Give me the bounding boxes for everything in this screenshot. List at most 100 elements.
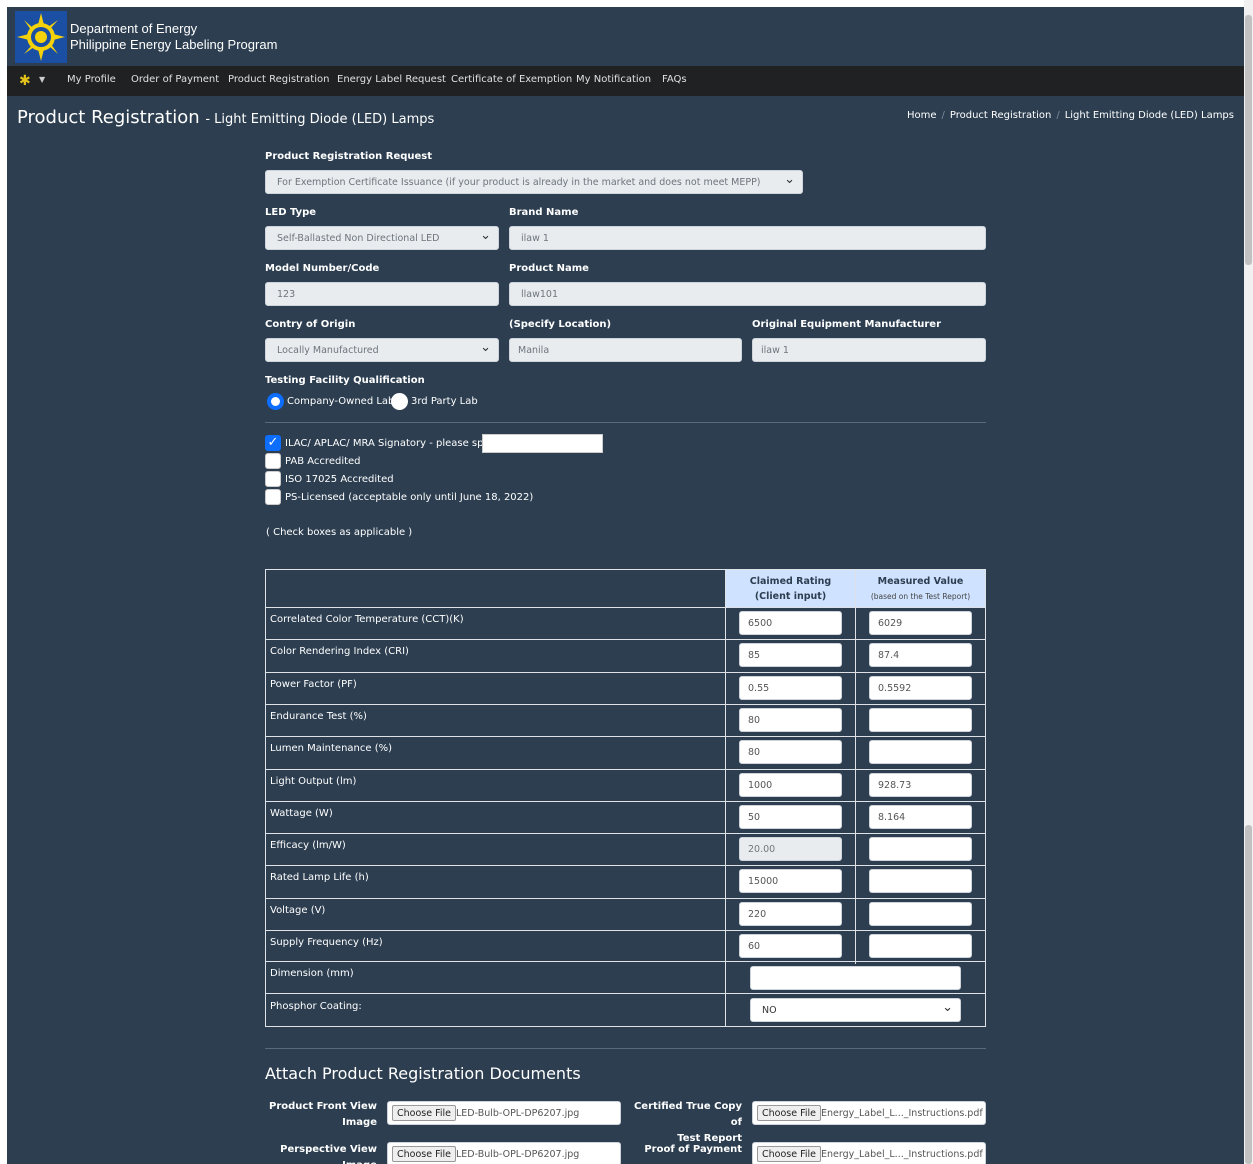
row-divider [266,769,985,770]
caret-down-icon[interactable]: ▼ [39,75,45,84]
nav-faqs[interactable]: FAQs [662,74,687,85]
breadcrumb-current: Light Emitting Diode (LED) Lamps [1064,110,1234,121]
rating-row-label: Light Output (lm) [270,776,357,787]
measured-value-input[interactable]: 928.73 [869,773,972,797]
rating-row-label: Color Rendering Index (CRI) [270,646,409,657]
breadcrumb-product-registration[interactable]: Product Registration [950,110,1051,121]
payment-file-name: Energy_Label_L..._Instructions.pdf [821,1149,983,1160]
front-view-label-line1: Product Front View [269,1101,377,1112]
ratings-table [265,569,986,1027]
nav-certificate-of-exemption[interactable]: Certificate of Exemption [451,74,572,85]
nav-product-registration[interactable]: Product Registration [228,74,329,85]
nav-energy-label-request[interactable]: Energy Label Request [337,74,446,85]
nav-order-of-payment[interactable]: Order of Payment [131,74,219,85]
measured-value-sub: (based on the Test Report) [870,592,971,601]
proof-of-payment-label: Proof of Payment [644,1144,742,1155]
testing-facility-label: Testing Facility Qualification [265,375,425,386]
oem-label: Original Equipment Manufacturer [752,319,942,330]
measured-value-input[interactable] [869,708,972,732]
proof-of-payment-file-input[interactable]: Choose File Energy_Label_L..._Instructio… [752,1142,986,1164]
radio-company-owned[interactable] [267,393,284,410]
row-divider [266,672,985,673]
window-left-edge [0,0,7,1164]
checkbox-ps[interactable] [265,489,281,505]
claimed-rating-input[interactable]: 6500 [739,611,842,635]
certified-file-name: Energy_Label_L..._Instructions.pdf [821,1108,983,1119]
measured-value-input[interactable] [869,934,972,958]
model-number-field[interactable]: 123 [265,282,499,306]
dimension-input[interactable] [750,966,961,990]
measured-value-input[interactable]: 8.164 [869,805,972,829]
nav-my-notification[interactable]: My Notification [576,74,651,85]
country-origin-select[interactable]: Locally Manufactured [265,338,499,362]
gear-menu-icon[interactable]: ✱ [19,73,31,89]
rating-row-label: Power Factor (PF) [270,679,357,690]
claimed-rating-input: 20.00 [739,837,842,861]
claimed-rating-input[interactable]: 50 [739,805,842,829]
claimed-rating-input[interactable]: 80 [739,708,842,732]
measured-value-input[interactable] [869,869,972,893]
request-select[interactable]: For Exemption Certificate Issuance (if y… [265,170,803,194]
measured-value-title: Measured Value [877,576,964,587]
scrollbar-thumb-lower[interactable] [1245,825,1252,1164]
location-field[interactable]: Manila [509,338,742,362]
front-view-file-input[interactable]: Choose File LED-Bulb-OPL-DP6207.jpg [387,1101,621,1125]
row-divider [266,704,985,705]
rating-row-label: Correlated Color Temperature (CCT)(K) [270,614,464,625]
perspective-choose-button[interactable]: Choose File [392,1146,456,1162]
claimed-rating-input[interactable]: 60 [739,934,842,958]
led-type-select[interactable]: Self-Ballasted Non Directional LED [265,226,499,250]
claimed-rating-input[interactable]: 85 [739,643,842,667]
model-number-label: Model Number/Code [265,263,380,274]
front-view-choose-button[interactable]: Choose File [392,1105,456,1121]
breadcrumb-home[interactable]: Home [907,110,937,121]
page-subtitle: - Light Emitting Diode (LED) Lamps [205,112,435,127]
rating-row-label: Rated Lamp Life (h) [270,872,369,883]
oem-field[interactable]: ilaw 1 [752,338,986,362]
rating-row-label: Voltage (V) [270,905,326,916]
claimed-rating-input[interactable]: 1000 [739,773,842,797]
payment-choose-button[interactable]: Choose File [757,1146,821,1162]
front-view-label: Product Front View Image [265,1099,377,1131]
scrollbar-thumb[interactable] [1245,15,1252,265]
request-label: Product Registration Request [265,151,433,162]
radio-company-owned-label: Company-Owned Lab [287,396,395,407]
led-type-label: LED Type [265,207,317,218]
divider [265,422,986,423]
org-name: Department of Energy [70,21,198,36]
row-divider [266,898,985,899]
claimed-rating-input[interactable]: 0.55 [739,676,842,700]
perspective-file-name: LED-Bulb-OPL-DP6207.jpg [456,1149,580,1160]
measured-value-input[interactable] [869,837,972,861]
certified-test-report-label: Certified True Copy of Test Report [630,1099,742,1147]
measured-value-input[interactable]: 0.5592 [869,676,972,700]
scrollbar[interactable] [1244,0,1253,1164]
checkbox-ilac-label: ILAC/ APLAC/ MRA Signatory - please spec… [285,438,508,449]
perspective-view-file-input[interactable]: Choose File LED-Bulb-OPL-DP6207.jpg [387,1142,621,1164]
brand-name-field[interactable]: ilaw 1 [509,226,986,250]
checkbox-iso[interactable] [265,471,281,487]
measured-value-input[interactable] [869,902,972,926]
measured-value-input[interactable]: 6029 [869,611,972,635]
claimed-rating-sub: (Client input) [754,591,827,602]
certified-choose-button[interactable]: Choose File [757,1105,821,1121]
row-divider [266,961,985,962]
perspective-view-label: Perspective View Image [280,1144,377,1164]
ilac-specify-input[interactable] [482,434,603,453]
checkbox-ilac[interactable]: ✓ [265,435,281,451]
claimed-rating-input[interactable]: 15000 [739,869,842,893]
claimed-rating-input[interactable]: 220 [739,902,842,926]
measured-value-input[interactable]: 87.4 [869,643,972,667]
phosphor-coating-select[interactable]: NO [750,998,961,1022]
breadcrumb: Home / Product Registration / Light Emitting… [906,110,1234,121]
checkbox-pab[interactable] [265,453,281,469]
product-name-field[interactable]: llaw101 [509,282,986,306]
claimed-rating-input[interactable]: 80 [739,740,842,764]
measured-value-input[interactable] [869,740,972,764]
certified-test-report-file-input[interactable]: Choose File Energy_Label_L..._Instructio… [752,1101,986,1125]
measured-value-header: Measured Value (based on the Test Report… [856,570,985,607]
nav-my-profile[interactable]: My Profile [67,74,116,85]
radio-third-party[interactable] [391,393,408,410]
checkbox-ps-label: PS-Licensed (acceptable only until June … [285,492,534,503]
doe-seal-logo[interactable] [15,11,67,63]
